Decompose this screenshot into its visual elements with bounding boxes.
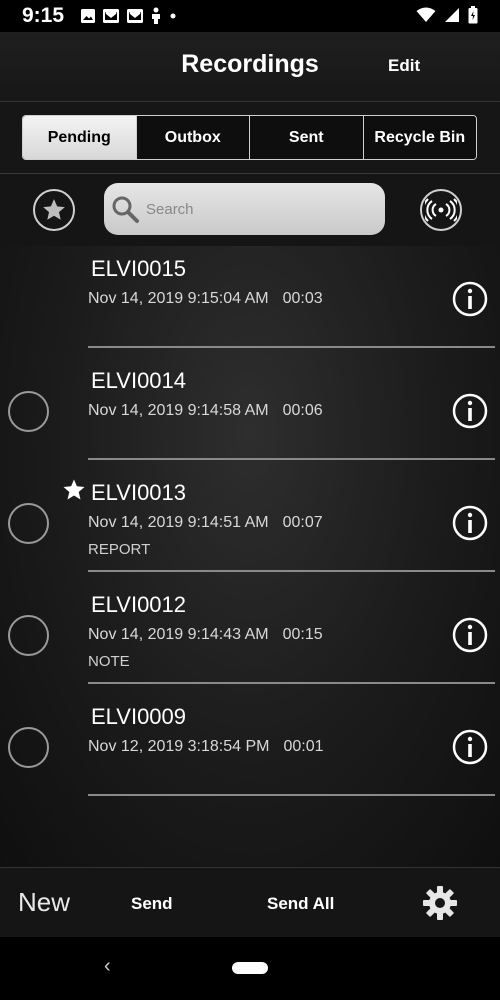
list-item[interactable]: ELVI0015 Nov 14, 2019 9:15:04 AM 00:03 [0, 246, 500, 358]
select-checkbox[interactable] [8, 503, 49, 544]
recording-duration: 00:01 [283, 738, 324, 755]
recording-meta: Nov 12, 2019 3:18:54 PM 00:01 [88, 738, 324, 756]
tabs-area: Pending Outbox Sent Recycle Bin [0, 102, 500, 174]
edit-button[interactable]: Edit [388, 56, 420, 76]
row-divider [88, 570, 495, 572]
status-bar: 9:15 [0, 0, 500, 32]
battery-icon [468, 6, 478, 24]
list-item[interactable]: ELVI0014 Nov 14, 2019 9:14:58 AM 00:06 [0, 358, 500, 470]
header: Recordings Edit [0, 32, 500, 102]
recordings-list: ELVI0015 Nov 14, 2019 9:15:04 AM 00:03 EL… [0, 246, 500, 867]
starred-icon [63, 479, 85, 500]
tab-sent[interactable]: Sent [250, 116, 364, 159]
tab-outbox[interactable]: Outbox [136, 116, 250, 159]
list-item[interactable]: ELVI0009 Nov 12, 2019 3:18:54 PM 00:01 [0, 694, 500, 806]
recording-date: Nov 14, 2019 9:14:43 AM [88, 626, 269, 643]
list-item[interactable]: ELVI0012 Nov 14, 2019 9:14:43 AM 00:15 NO… [0, 582, 500, 694]
tab-pending[interactable]: Pending [23, 116, 137, 159]
recording-name: ELVI0013 [91, 480, 187, 505]
status-time: 9:15 [22, 4, 65, 27]
recording-duration: 00:06 [282, 402, 323, 419]
row-divider [88, 458, 495, 460]
search-box[interactable] [104, 183, 385, 235]
broadcast-button[interactable] [420, 189, 462, 231]
page-title: Recordings [181, 50, 319, 78]
recording-meta: Nov 14, 2019 9:14:43 AM 00:15 [88, 626, 323, 644]
star-icon [43, 199, 65, 220]
dot-icon [170, 13, 176, 19]
info-icon[interactable] [452, 393, 488, 429]
search-icon [112, 196, 139, 223]
select-checkbox[interactable] [8, 727, 49, 768]
recording-meta: Nov 14, 2019 9:15:04 AM 00:03 [88, 290, 323, 308]
mail-icon [103, 9, 119, 23]
home-pill-icon[interactable] [232, 962, 268, 974]
recording-meta: Nov 14, 2019 9:14:51 AM 00:07 [88, 514, 323, 532]
gear-icon[interactable] [422, 885, 458, 921]
system-nav-bar: ‹ [0, 937, 500, 1000]
row-divider [88, 794, 495, 796]
recording-name: ELVI0014 [91, 368, 187, 393]
recording-duration: 00:03 [282, 290, 323, 307]
recording-duration: 00:15 [282, 626, 323, 643]
recording-date: Nov 14, 2019 9:14:58 AM [88, 402, 269, 419]
favorites-filter-button[interactable] [33, 189, 75, 231]
row-divider [88, 346, 495, 348]
list-item[interactable]: ELVI0013 Nov 14, 2019 9:14:51 AM 00:07 RE… [0, 470, 500, 582]
broadcast-icon [425, 198, 457, 222]
recording-duration: 00:07 [282, 514, 323, 531]
info-icon[interactable] [452, 729, 488, 765]
recording-meta: Nov 14, 2019 9:14:58 AM 00:06 [88, 402, 323, 420]
wifi-icon [416, 7, 436, 22]
bottom-toolbar: New Send Send All [0, 867, 500, 937]
recording-tag: NOTE [88, 653, 130, 670]
tab-recycle-bin[interactable]: Recycle Bin [363, 116, 476, 159]
search-input[interactable] [146, 200, 366, 218]
send-all-button[interactable]: Send All [267, 894, 334, 914]
recording-date: Nov 14, 2019 9:15:04 AM [88, 290, 269, 307]
recording-name: ELVI0015 [91, 256, 187, 281]
system-icons [416, 6, 478, 24]
notification-icons [80, 7, 178, 25]
person-icon [152, 7, 160, 24]
info-icon[interactable] [452, 505, 488, 541]
back-icon[interactable]: ‹ [104, 955, 111, 978]
info-icon[interactable] [452, 617, 488, 653]
row-divider [88, 682, 495, 684]
segmented-tabs: Pending Outbox Sent Recycle Bin [22, 115, 477, 160]
recording-date: Nov 12, 2019 3:18:54 PM [88, 738, 270, 755]
recording-tag: REPORT [88, 541, 151, 558]
recording-name: ELVI0009 [91, 704, 187, 729]
signal-icon [445, 8, 459, 22]
new-button[interactable]: New [18, 887, 70, 918]
mail-icon [127, 9, 143, 23]
send-button[interactable]: Send [131, 894, 173, 914]
recording-name: ELVI0012 [91, 592, 187, 617]
recording-date: Nov 14, 2019 9:14:51 AM [88, 514, 269, 531]
info-icon[interactable] [452, 281, 488, 317]
select-checkbox[interactable] [8, 391, 49, 432]
select-checkbox[interactable] [8, 615, 49, 656]
image-icon [81, 9, 95, 23]
search-area [0, 174, 500, 246]
